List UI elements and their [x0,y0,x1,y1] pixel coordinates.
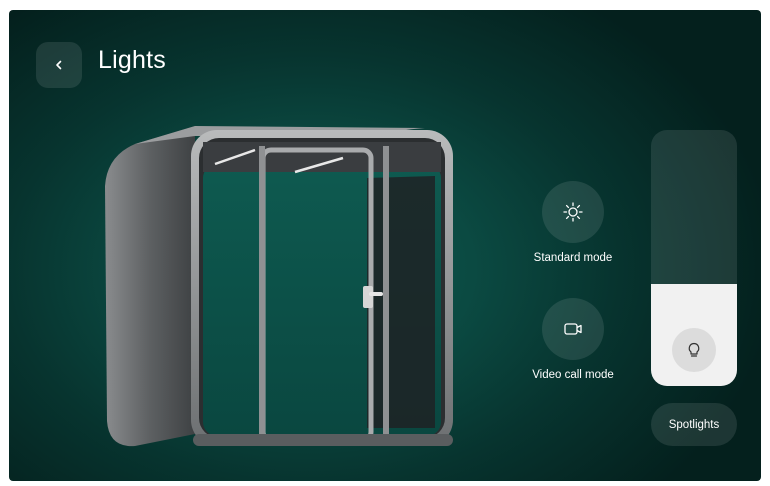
back-button[interactable] [36,42,82,88]
video-camera-icon [564,323,582,335]
lights-screen: Lights Standard mode Video call mode Spo… [9,10,761,481]
video-call-mode-label: Video call mode [532,369,614,381]
spotlights-button[interactable]: Spotlights [651,403,737,446]
brightness-slider-handle[interactable] [672,328,716,372]
standard-mode-button[interactable] [542,181,604,243]
sun-icon [563,202,583,222]
chevron-left-icon [56,60,62,70]
lightbulb-icon [688,342,700,357]
standard-mode-label: Standard mode [533,252,613,264]
phone-booth-image [105,126,453,447]
brightness-slider[interactable] [651,130,737,386]
page-title: Lights [98,46,166,74]
video-call-mode-button[interactable] [542,298,604,360]
